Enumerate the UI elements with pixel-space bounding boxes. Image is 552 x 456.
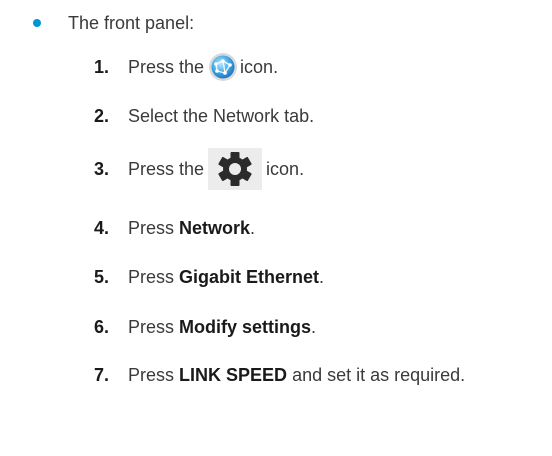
step-text-before: Press [128, 266, 175, 287]
ui-term: Modify settings [179, 316, 312, 337]
step-number: 7. [94, 364, 110, 385]
step-number: 4. [94, 217, 110, 238]
step-text-after: icon. [240, 56, 279, 77]
step-text-after: icon. [266, 158, 305, 179]
step-text: Select the Network tab. [128, 105, 315, 126]
step-text-before: Press [128, 364, 175, 385]
ui-term: Network [179, 217, 251, 238]
ui-term: LINK SPEED [179, 364, 288, 385]
step-text: Press Gigabit Ethernet. [128, 267, 324, 288]
step-number: 5. [94, 266, 110, 287]
step-text-before: Press the [128, 56, 205, 77]
ui-term: Gigabit Ethernet [179, 266, 320, 287]
step-number: 2. [94, 105, 110, 126]
gear-icon [208, 148, 263, 190]
bullet-item: The front panel: [33, 10, 194, 36]
bullet-text: The front panel: [68, 12, 195, 33]
step-text: Press Modify settings. [128, 317, 316, 338]
step-text-after: and set it as required. [292, 364, 466, 385]
step-text: Press the icon. [128, 148, 304, 190]
step-text-after: . [311, 316, 317, 337]
step-text-before: Press [128, 217, 175, 238]
globe-network-icon [208, 52, 238, 82]
step-text-before: Press [128, 316, 175, 337]
step-text-before: Press the [128, 158, 205, 179]
step-text: Press LINK SPEED and set it as required. [128, 365, 465, 386]
step-text-after: . [319, 266, 325, 287]
step-number: 6. [94, 316, 110, 337]
step-text-after: . [250, 217, 256, 238]
step-text: Press Network. [128, 218, 255, 239]
step-number: 1. [94, 56, 110, 77]
step-text: Press the icon. [128, 52, 278, 82]
bullet-dot [33, 19, 41, 27]
step-number: 3. [94, 158, 110, 179]
